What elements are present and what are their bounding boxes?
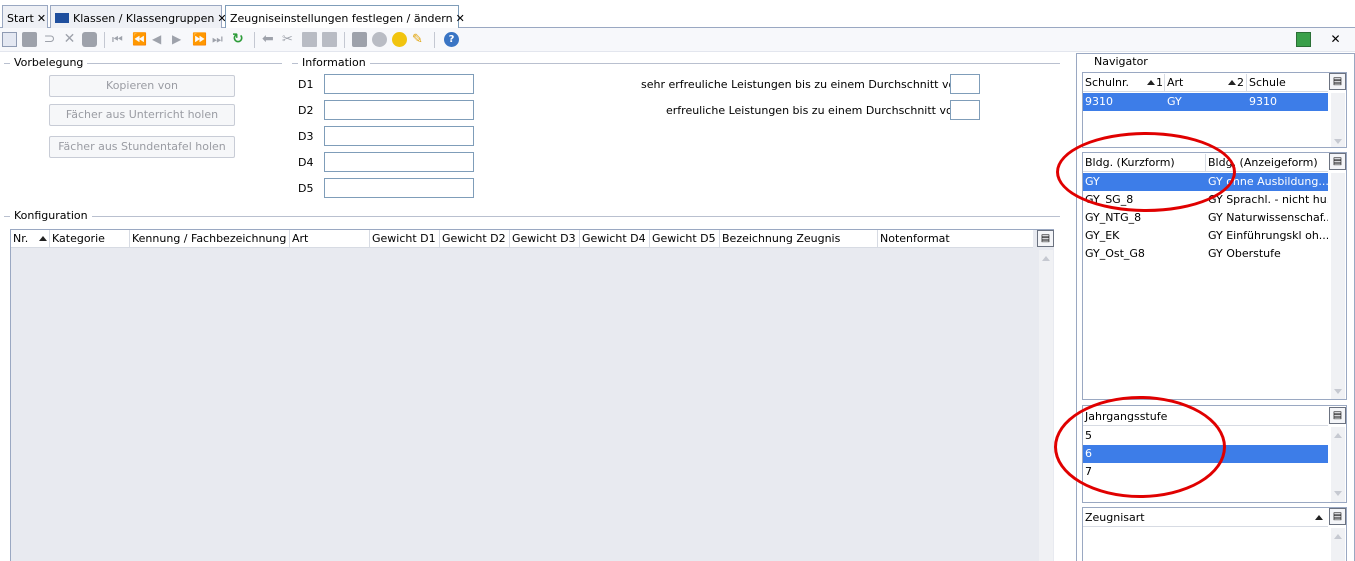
help-icon[interactable]: ? <box>444 32 459 47</box>
last-icon[interactable]: ⏭ <box>212 32 227 47</box>
col-bezeichnung[interactable]: Bezeichnung Zeugnis <box>720 230 878 248</box>
group-title: Konfiguration <box>10 209 92 222</box>
group-title: Vorbelegung <box>10 56 88 69</box>
d3-label: D3 <box>298 130 314 143</box>
zeugnisart-header: Zeugnisart <box>1083 509 1328 527</box>
idea-icon[interactable] <box>392 32 407 47</box>
konfiguration-scrollbar[interactable] <box>1039 250 1053 561</box>
col-kategorie[interactable]: Kategorie <box>50 230 130 248</box>
tab-klassen[interactable]: Klassen / Klassengruppen ✕ <box>50 5 227 28</box>
table-row[interactable]: GY_NTG_8 GY Naturwissenschaf... <box>1083 209 1328 227</box>
sort-order-label: 2 <box>1237 76 1244 89</box>
table-row[interactable]: GY_Ost_G8 GY Oberstufe <box>1083 245 1328 263</box>
column-chooser-icon[interactable]: ▤ <box>1329 153 1346 170</box>
sort-asc-icon <box>39 236 47 241</box>
tab-label: Start <box>7 12 34 25</box>
sort-asc-icon <box>1147 80 1155 85</box>
konfiguration-grid[interactable] <box>10 229 1054 561</box>
tab-start[interactable]: Start ✕ <box>2 5 48 28</box>
delete-icon[interactable]: ✕ <box>62 32 77 47</box>
copy-icon[interactable] <box>302 32 317 47</box>
faecher-aus-stundentafel-button[interactable]: Fächer aus Stundentafel holen <box>49 136 235 158</box>
first-icon[interactable]: ⏮ <box>112 32 127 47</box>
cut-icon[interactable]: ✂ <box>282 32 297 47</box>
navigator-title: Navigator <box>1094 55 1148 68</box>
undo-icon[interactable]: ⊃ <box>42 32 57 47</box>
annotation-circle <box>1056 132 1236 212</box>
erfreuliche-field[interactable] <box>950 100 980 120</box>
pencil-icon[interactable]: ✎ <box>412 32 427 47</box>
close-icon[interactable]: ✕ <box>456 12 465 25</box>
kopieren-von-button[interactable]: Kopieren von <box>49 75 235 97</box>
stop-icon[interactable] <box>82 32 97 47</box>
jahrgang-scrollbar[interactable] <box>1331 427 1345 502</box>
d5-field[interactable] <box>324 178 474 198</box>
prev-page-icon[interactable]: ⏪ <box>132 32 147 47</box>
konfiguration-header: Nr. Kategorie Kennung / Fachbezeichnung … <box>11 230 1033 248</box>
col-art[interactable]: Art <box>290 230 370 248</box>
table-row[interactable]: GY_EK GY Einführungskl oh... <box>1083 227 1328 245</box>
col-gewicht-d1[interactable]: Gewicht D1 <box>370 230 440 248</box>
close-icon[interactable]: ✕ <box>1328 32 1343 47</box>
d3-field[interactable] <box>324 126 474 146</box>
class-icon <box>55 13 69 23</box>
col-gewicht-d4[interactable]: Gewicht D4 <box>580 230 650 248</box>
column-chooser-icon[interactable]: ▤ <box>1037 230 1054 247</box>
d1-label: D1 <box>298 78 314 91</box>
col-schule[interactable]: Schule <box>1247 74 1328 92</box>
next-page-icon[interactable]: ⏩ <box>192 32 207 47</box>
col-gewicht-d2[interactable]: Gewicht D2 <box>440 230 510 248</box>
sehr-erfreuliche-label: sehr erfreuliche Leistungen bis zu einem… <box>641 78 963 91</box>
faecher-aus-unterricht-button[interactable]: Fächer aus Unterricht holen <box>49 104 235 126</box>
next-icon[interactable]: ▶ <box>172 32 187 47</box>
paste-icon[interactable] <box>322 32 337 47</box>
col-zeugnisart[interactable]: Zeugnisart <box>1083 509 1328 527</box>
d5-label: D5 <box>298 182 314 195</box>
save-icon[interactable] <box>22 32 37 47</box>
vorbelegung-group: Vorbelegung <box>4 56 282 69</box>
tab-label: Klassen / Klassengruppen <box>73 12 215 25</box>
table-row[interactable]: 9310 GY 9310 <box>1083 93 1328 111</box>
tab-bar: Start ✕ Klassen / Klassengruppen ✕ Zeugnis… <box>0 0 1355 29</box>
col-gewicht-d5[interactable]: Gewicht D5 <box>650 230 720 248</box>
print-icon[interactable] <box>352 32 367 47</box>
sort-asc-icon <box>1228 80 1236 85</box>
d1-field[interactable] <box>324 74 474 94</box>
sort-order-label: 1 <box>1156 76 1163 89</box>
column-chooser-icon[interactable]: ▤ <box>1329 508 1346 525</box>
new-icon[interactable] <box>2 32 17 47</box>
schule-scrollbar[interactable] <box>1331 93 1345 147</box>
col-notenformat[interactable]: Notenformat <box>878 230 1033 248</box>
sort-asc-icon <box>1315 515 1323 520</box>
d4-label: D4 <box>298 156 314 169</box>
toolbar: ⊃ ✕ ⏮ ⏪ ◀ ▶ ⏩ ⏭ ↻ ⬅ ✂ ✎ ? ✕ <box>0 28 1355 52</box>
d2-field[interactable] <box>324 100 474 120</box>
close-icon[interactable]: ✕ <box>37 12 46 25</box>
column-chooser-icon[interactable]: ▤ <box>1329 73 1346 90</box>
bildung-scrollbar[interactable] <box>1331 173 1345 399</box>
d4-field[interactable] <box>324 152 474 172</box>
konfiguration-group: Konfiguration <box>4 209 1060 222</box>
prev-icon[interactable]: ◀ <box>152 32 167 47</box>
refresh-icon[interactable]: ↻ <box>232 32 247 47</box>
refresh-navigator-icon[interactable] <box>1296 32 1311 47</box>
zeugnisart-scrollbar[interactable] <box>1331 528 1345 561</box>
col-kennung[interactable]: Kennung / Fachbezeichnung <box>130 230 290 248</box>
col-gewicht-d3[interactable]: Gewicht D3 <box>510 230 580 248</box>
information-group: Information <box>292 56 1060 69</box>
schule-header: Schulnr. 1 Art 2 Schule <box>1083 74 1328 92</box>
column-chooser-icon[interactable]: ▤ <box>1329 407 1346 424</box>
tab-label: Zeugniseinstellungen festlegen / ändern <box>230 12 453 25</box>
sehr-erfreuliche-field[interactable] <box>950 74 980 94</box>
d2-label: D2 <box>298 104 314 117</box>
group-title: Information <box>298 56 370 69</box>
tab-zeugniseinstellungen[interactable]: Zeugniseinstellungen festlegen / ändern ✕ <box>225 5 465 29</box>
back-icon[interactable]: ⬅ <box>262 32 277 47</box>
erfreuliche-label: erfreuliche Leistungen bis zu einem Durc… <box>666 104 960 117</box>
preview-icon[interactable] <box>372 32 387 47</box>
annotation-circle <box>1054 396 1226 498</box>
